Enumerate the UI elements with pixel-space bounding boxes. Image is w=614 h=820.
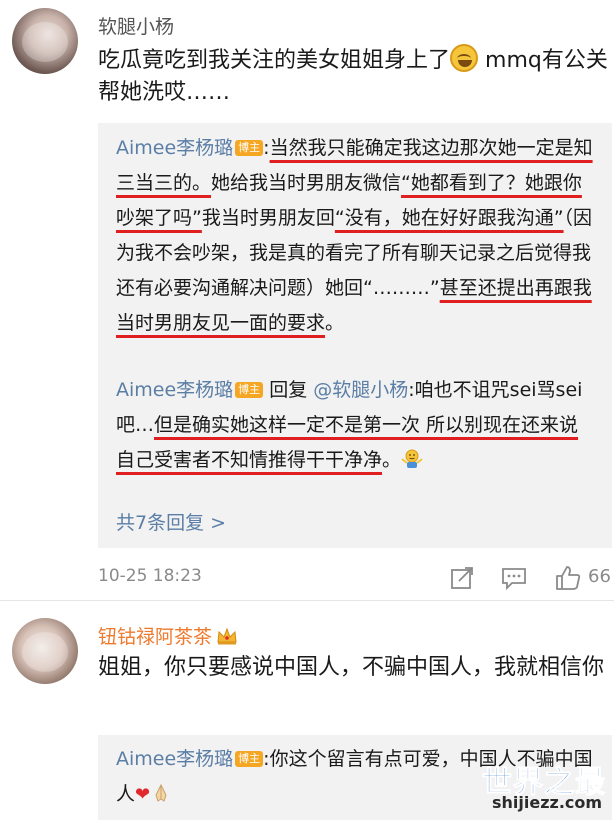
reply-author[interactable]: Aimee李杨璐 [116, 748, 233, 770]
watermark-url: shijiezz.com [492, 793, 603, 812]
avatar[interactable] [12, 8, 78, 74]
shrug-emoji-icon [401, 449, 423, 468]
mention-link[interactable]: @软腿小杨 [313, 379, 408, 401]
reply-word: 回复 [263, 379, 314, 401]
comment-username[interactable]: 软腿小杨 [98, 12, 174, 39]
like-icon[interactable] [554, 564, 582, 592]
comment-text: 吃瓜竟吃到我关注的美女姐姐身上了 mmq有公关帮她洗哎…… [98, 44, 608, 109]
avatar[interactable] [12, 618, 78, 684]
comment-username: 钮钴禄阿茶茶 [98, 622, 238, 649]
share-icon[interactable] [448, 564, 476, 592]
laughing-crying-emoji-icon [450, 44, 479, 72]
author-badge: 博主 [235, 140, 264, 156]
author-badge: 博主 [235, 382, 264, 398]
comment-text: 姐姐，你只要感说中国人，不骗中国人，我就相信你 [98, 655, 605, 680]
reply-text-underlined: “没有，她在好好跟我沟通” [334, 207, 564, 229]
reply-item: Aimee李杨璐 博主 回复 @软腿小杨:咱也不诅咒sei骂sei吧…但是确实她这… [116, 373, 596, 478]
reply-text: 。 [382, 449, 402, 471]
comment-icon[interactable] [500, 564, 528, 592]
comment-actions: 10-25 18:23 66 [98, 560, 614, 596]
reply-author[interactable]: Aimee李杨璐 [116, 379, 233, 401]
reply-text: 我当时男朋友回 [201, 207, 335, 229]
reply-item: Aimee李杨璐 博主:当然我只能确定我这边那次她一定是知三当三的。她给我当时男朋… [116, 131, 596, 341]
site-watermark: 世界之最 shijiezz.com [478, 757, 612, 817]
praying-hands-emoji-icon [155, 783, 167, 802]
avatar-highlight [22, 22, 68, 62]
comment-divider [0, 600, 614, 601]
crown-icon [217, 627, 237, 645]
reply-author[interactable]: Aimee李杨璐 [116, 137, 233, 159]
like-count: 66 [588, 566, 611, 587]
timestamp: 10-25 18:23 [98, 566, 202, 586]
comment-text-part: 吃瓜竟吃到我关注的美女姐姐身上了 [98, 48, 451, 73]
author-badge: 博主 [235, 751, 264, 767]
reply-text-underlined: 但是确实她这样一定不是第一次 所以别现在还来说自己受害者不知情推得干干净净 [116, 414, 579, 471]
comment-username-text[interactable]: 钮钴禄阿茶茶 [98, 626, 212, 648]
reply-text: 。 [325, 312, 345, 334]
more-replies-link[interactable]: 共7条回复 > [116, 508, 226, 535]
heart-icon: ❤ [135, 784, 151, 805]
reply-text: 她给我当时男朋友微信 [211, 172, 402, 194]
avatar-highlight [22, 632, 68, 672]
